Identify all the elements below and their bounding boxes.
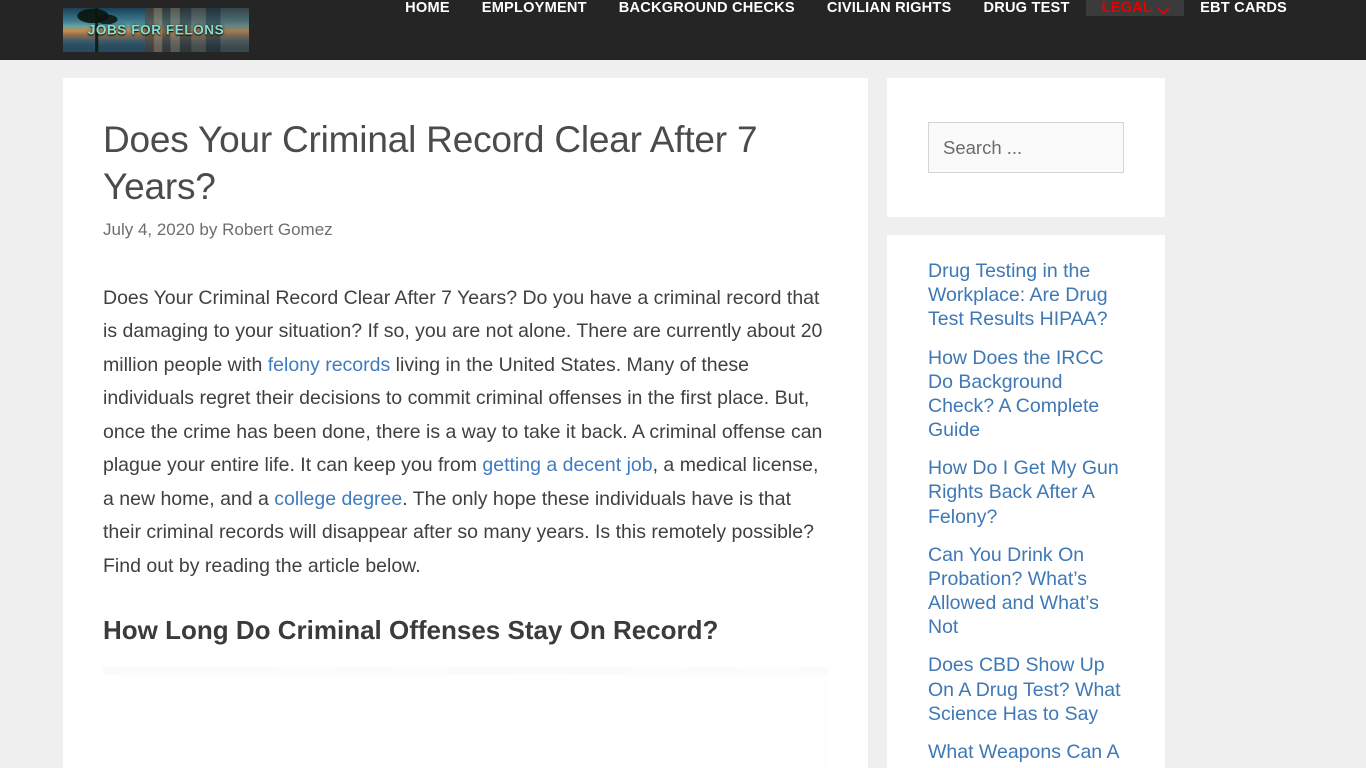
primary-navigation: HOME EMPLOYMENT BACKGROUND CHECKS CIVILI… [389, 0, 1303, 60]
post-author: Robert Gomez [222, 219, 333, 239]
nav-item-label: EMPLOYMENT [481, 0, 587, 16]
site-logo-link[interactable]: JOBS FOR FELONS [63, 0, 249, 60]
list-item: Can You Drink On Probation? What’s Allow… [928, 543, 1127, 640]
nav-item-label: LEGAL [1101, 0, 1153, 16]
recent-post-link[interactable]: Drug Testing in the Workplace: Are Drug … [928, 259, 1127, 332]
site-logo-image: JOBS FOR FELONS [63, 8, 249, 52]
list-item: Does CBD Show Up On A Drug Test? What Sc… [928, 653, 1127, 726]
list-item: What Weapons Can A Felon Own? [928, 740, 1127, 768]
paragraph-intro: Does Your Criminal Record Clear After 7 … [103, 282, 828, 584]
link-college-degree[interactable]: college degree [274, 488, 402, 510]
list-item: How Does the IRCC Do Background Check? A… [928, 346, 1127, 443]
nav-item-home[interactable]: HOME [389, 0, 466, 16]
site-logo-text: JOBS FOR FELONS [87, 22, 225, 38]
nav-item-label: EBT CARDS [1200, 0, 1287, 16]
post-image [103, 667, 828, 768]
search-input[interactable] [928, 122, 1124, 173]
sidebar: Drug Testing in the Workplace: Are Drug … [887, 78, 1165, 768]
chevron-down-icon [1159, 4, 1168, 13]
recent-posts-list: Drug Testing in the Workplace: Are Drug … [928, 259, 1127, 768]
entry-content: Does Your Criminal Record Clear After 7 … [103, 282, 828, 768]
nav-item-label: HOME [405, 0, 450, 16]
meta-by-label: by [199, 219, 218, 239]
page-title: Does Your Criminal Record Clear After 7 … [103, 119, 758, 208]
section-heading: How Long Do Criminal Offenses Stay On Re… [103, 614, 719, 645]
recent-post-link[interactable]: Does CBD Show Up On A Drug Test? What Sc… [928, 653, 1127, 726]
page-wrapper: Does Your Criminal Record Clear After 7 … [63, 60, 1303, 768]
nav-item-civilian-rights[interactable]: CIVILIAN RIGHTS [811, 0, 968, 16]
nav-list: HOME EMPLOYMENT BACKGROUND CHECKS CIVILI… [389, 0, 1303, 16]
nav-item-label: DRUG TEST [983, 0, 1070, 16]
search-widget [887, 78, 1165, 217]
article: Does Your Criminal Record Clear After 7 … [103, 116, 828, 768]
post-date: July 4, 2020 [103, 219, 195, 239]
link-getting-a-decent-job[interactable]: getting a decent job [482, 454, 652, 476]
nav-item-legal[interactable]: LEGAL [1085, 0, 1185, 16]
header-inner: JOBS FOR FELONS HOME EMPLOYMENT BACKGROU… [63, 0, 1303, 60]
recent-post-link[interactable]: How Does the IRCC Do Background Check? A… [928, 346, 1127, 443]
entry-meta: July 4, 2020 by Robert Gomez [103, 220, 828, 240]
nav-item-drug-test[interactable]: DRUG TEST [967, 0, 1085, 16]
search-form [928, 122, 1124, 173]
nav-item-label: BACKGROUND CHECKS [618, 0, 795, 16]
nav-item-employment[interactable]: EMPLOYMENT [466, 0, 603, 16]
list-item: How Do I Get My Gun Rights Back After A … [928, 456, 1127, 529]
list-item: Drug Testing in the Workplace: Are Drug … [928, 259, 1127, 332]
nav-item-ebt-cards[interactable]: EBT CARDS [1184, 0, 1303, 16]
site-header: JOBS FOR FELONS HOME EMPLOYMENT BACKGROU… [0, 0, 1366, 60]
main-content: Does Your Criminal Record Clear After 7 … [63, 78, 868, 768]
recent-posts-widget: Drug Testing in the Workplace: Are Drug … [887, 235, 1165, 768]
recent-post-link[interactable]: How Do I Get My Gun Rights Back After A … [928, 456, 1127, 529]
nav-item-label: CIVILIAN RIGHTS [826, 0, 952, 16]
link-felony-records[interactable]: felony records [268, 354, 390, 376]
recent-post-link[interactable]: What Weapons Can A Felon Own? [928, 740, 1127, 768]
nav-item-background-checks[interactable]: BACKGROUND CHECKS [603, 0, 811, 16]
recent-post-link[interactable]: Can You Drink On Probation? What’s Allow… [928, 543, 1127, 640]
